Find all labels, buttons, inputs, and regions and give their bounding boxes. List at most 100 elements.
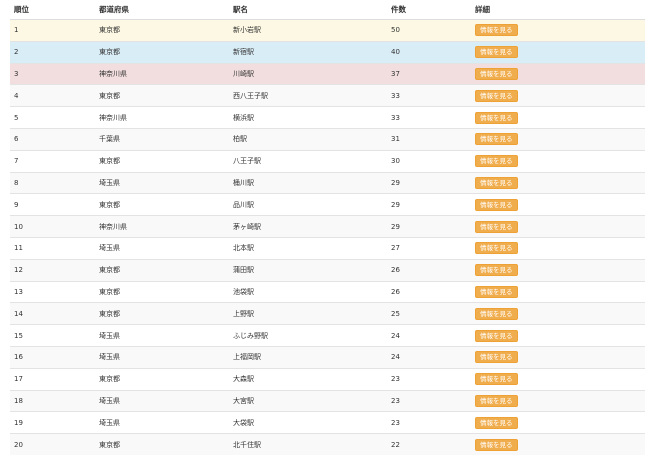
header-prefecture: 都道府県 [95,0,229,20]
cell-count: 33 [387,106,471,129]
cell-detail: 情報を見る [471,19,645,42]
cell-count: 23 [387,411,471,434]
view-info-button[interactable]: 情報を見る [475,438,518,451]
table-body: 1 東京都 新小岩駅 50 情報を見る 2 東京都 新宿駅 40 情報を見る 3 神奈川県 川崎駅 37 情… [10,19,645,455]
cell-detail: 情報を見る [471,193,645,216]
station-ranking-table: 順位 都道府県 駅名 件数 詳細 1 東京都 新小岩駅 50 情報を見る 2 東京都 新宿駅 4… [10,0,645,455]
table-row: 12 東京都 蒲田駅 26 情報を見る [10,258,645,282]
table-row: 2 東京都 新宿駅 40 情報を見る [10,40,645,64]
cell-count: 29 [387,171,471,194]
cell-prefecture: 東京都 [95,19,229,42]
view-info-button[interactable]: 情報を見る [475,67,518,80]
header-count: 件数 [387,0,471,20]
cell-station: 新小岩駅 [229,19,387,42]
cell-count: 31 [387,127,471,151]
table-row: 10 神奈川県 茅ヶ崎駅 29 情報を見る [10,215,645,238]
view-info-button[interactable]: 情報を見る [475,24,518,37]
view-info-button[interactable]: 情報を見る [475,220,518,233]
cell-station: 池袋駅 [229,280,387,303]
cell-station: 北千住駅 [229,433,387,455]
cell-station: 大袋駅 [229,411,387,434]
cell-rank: 19 [10,411,95,434]
cell-rank: 12 [10,258,95,282]
cell-count: 23 [387,389,471,412]
cell-rank: 5 [10,106,95,129]
cell-detail: 情報を見る [471,40,645,64]
cell-detail: 情報を見る [471,215,645,238]
cell-station: 桶川駅 [229,171,387,194]
view-info-button[interactable]: 情報を見る [475,198,518,211]
header-station: 駅名 [229,0,387,20]
cell-rank: 17 [10,367,95,391]
cell-prefecture: 神奈川県 [95,106,229,129]
cell-station: 上野駅 [229,302,387,325]
view-info-button[interactable]: 情報を見る [475,242,518,255]
cell-rank: 9 [10,193,95,216]
view-info-button[interactable]: 情報を見る [475,89,518,102]
cell-prefecture: 神奈川県 [95,215,229,238]
view-info-button[interactable]: 情報を見る [475,133,518,146]
cell-detail: 情報を見る [471,236,645,260]
view-info-button[interactable]: 情報を見る [475,329,518,342]
table-row: 9 東京都 品川駅 29 情報を見る [10,193,645,216]
cell-station: 上福岡駅 [229,345,387,369]
cell-station: 川崎駅 [229,62,387,85]
table-row: 5 神奈川県 横浜駅 33 情報を見る [10,106,645,129]
cell-detail: 情報を見る [471,345,645,369]
table-row: 4 東京都 西八王子駅 33 情報を見る [10,84,645,107]
table-row: 1 東京都 新小岩駅 50 情報を見る [10,19,645,42]
table-row: 6 千葉県 柏駅 31 情報を見る [10,127,645,151]
cell-count: 26 [387,258,471,282]
table-row: 13 東京都 池袋駅 26 情報を見る [10,280,645,303]
cell-rank: 8 [10,171,95,194]
cell-prefecture: 東京都 [95,433,229,455]
table-row: 15 埼玉県 ふじみ野駅 24 情報を見る [10,324,645,347]
header-detail: 詳細 [471,0,645,20]
cell-prefecture: 東京都 [95,258,229,282]
view-info-button[interactable]: 情報を見る [475,111,518,124]
view-info-button[interactable]: 情報を見る [475,46,518,59]
cell-rank: 7 [10,149,95,173]
cell-rank: 1 [10,19,95,42]
cell-prefecture: 埼玉県 [95,236,229,260]
cell-prefecture: 千葉県 [95,127,229,151]
cell-station: 蒲田駅 [229,258,387,282]
view-info-button[interactable]: 情報を見る [475,285,518,298]
cell-detail: 情報を見る [471,411,645,434]
cell-rank: 3 [10,62,95,85]
table-row: 19 埼玉県 大袋駅 23 情報を見る [10,411,645,434]
cell-station: 茅ヶ崎駅 [229,215,387,238]
table-row: 14 東京都 上野駅 25 情報を見る [10,302,645,325]
cell-count: 50 [387,19,471,42]
view-info-button[interactable]: 情報を見る [475,176,518,189]
cell-count: 27 [387,236,471,260]
view-info-button[interactable]: 情報を見る [475,155,518,168]
table-row: 18 埼玉県 大宮駅 23 情報を見る [10,389,645,412]
cell-station: 大宮駅 [229,389,387,412]
cell-count: 23 [387,367,471,391]
view-info-button[interactable]: 情報を見る [475,373,518,386]
cell-detail: 情報を見る [471,127,645,151]
cell-detail: 情報を見る [471,433,645,455]
cell-detail: 情報を見る [471,258,645,282]
cell-rank: 10 [10,215,95,238]
view-info-button[interactable]: 情報を見る [475,394,518,407]
cell-detail: 情報を見る [471,149,645,173]
view-info-button[interactable]: 情報を見る [475,264,518,277]
cell-prefecture: 埼玉県 [95,324,229,347]
cell-rank: 4 [10,84,95,107]
view-info-button[interactable]: 情報を見る [475,416,518,429]
header-rank: 順位 [10,0,95,20]
cell-rank: 15 [10,324,95,347]
cell-prefecture: 埼玉県 [95,389,229,412]
table-row: 11 埼玉県 北本駅 27 情報を見る [10,236,645,260]
cell-count: 29 [387,215,471,238]
view-info-button[interactable]: 情報を見る [475,307,518,320]
view-info-button[interactable]: 情報を見る [475,351,518,364]
cell-detail: 情報を見る [471,106,645,129]
cell-rank: 11 [10,236,95,260]
cell-rank: 14 [10,302,95,325]
header-row: 順位 都道府県 駅名 件数 詳細 [10,0,645,20]
cell-station: 西八王子駅 [229,84,387,107]
cell-prefecture: 東京都 [95,84,229,107]
